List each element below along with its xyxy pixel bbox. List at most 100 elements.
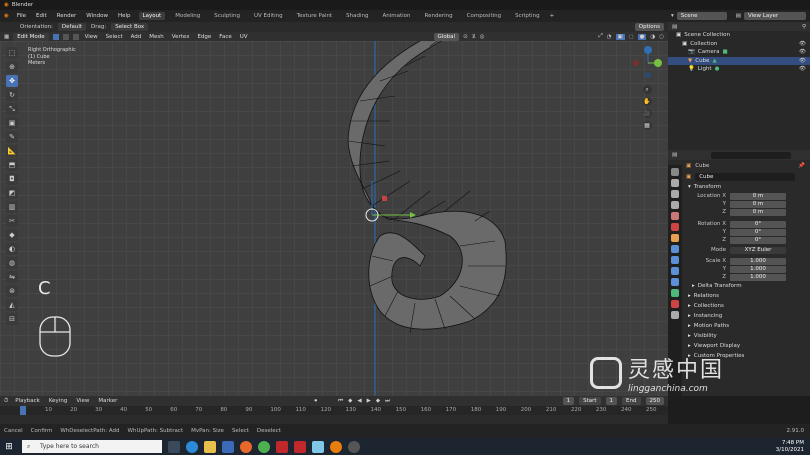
zoom-icon[interactable]: ⌕ bbox=[642, 85, 652, 94]
tool-tab-icon[interactable] bbox=[671, 168, 679, 176]
notepad-icon[interactable] bbox=[312, 440, 324, 453]
outliner-camera[interactable]: 📷 Camera ■ 👁 bbox=[668, 48, 810, 57]
menu-file[interactable]: File bbox=[15, 13, 28, 19]
eye-icon[interactable]: 👁 bbox=[799, 66, 806, 72]
drag-dropdown[interactable]: Select Box bbox=[111, 23, 149, 31]
current-frame-field[interactable]: 1 bbox=[562, 397, 575, 405]
output-tab-icon[interactable] bbox=[671, 190, 679, 198]
taskbar-clock[interactable]: 7:48 PM 3/10/2021 bbox=[776, 440, 804, 453]
particles-tab-icon[interactable] bbox=[671, 256, 679, 264]
proportional-edit-icon[interactable]: ◎ bbox=[480, 34, 485, 40]
blender-taskbar-icon[interactable] bbox=[330, 440, 342, 453]
start-frame-field[interactable]: 1 bbox=[605, 397, 618, 405]
tab-sculpting[interactable]: Sculpting bbox=[210, 12, 244, 20]
smooth-tool-icon[interactable]: ◍ bbox=[6, 257, 18, 269]
next-key-icon[interactable]: ◆ bbox=[376, 398, 380, 404]
pin-icon[interactable]: 📌 bbox=[798, 163, 805, 169]
eye-icon[interactable]: 👁 bbox=[799, 58, 806, 64]
tab-compositing[interactable]: Compositing bbox=[463, 12, 505, 20]
transform-tool-icon[interactable]: ▣ bbox=[6, 117, 18, 129]
camera-view-icon[interactable]: 🎥 bbox=[642, 109, 652, 118]
modifier-tab-icon[interactable] bbox=[671, 245, 679, 253]
viewport-display-panel[interactable]: ▸ Viewport Display bbox=[668, 341, 810, 351]
options-dropdown[interactable]: Options bbox=[634, 23, 664, 31]
end-frame-field[interactable]: 250 bbox=[645, 397, 664, 405]
select-mode-face-icon[interactable] bbox=[72, 33, 79, 40]
texture-tab-icon[interactable] bbox=[671, 311, 679, 319]
shading-solid-icon[interactable]: ● bbox=[637, 33, 647, 40]
constraints-tab-icon[interactable] bbox=[671, 278, 679, 286]
transform-orientation-dropdown[interactable]: Global bbox=[433, 32, 460, 41]
location-z-field[interactable]: 0 m bbox=[730, 208, 786, 216]
tab-animation[interactable]: Animation bbox=[378, 12, 414, 20]
gizmo-toggle-icon[interactable]: ⤢ bbox=[598, 33, 602, 40]
overlay-toggle-icon[interactable]: ◔ bbox=[607, 34, 612, 40]
object-name-field[interactable]: Cube bbox=[695, 163, 709, 169]
properties-search[interactable] bbox=[711, 151, 792, 159]
menu-edit[interactable]: Edit bbox=[34, 13, 49, 19]
vp-menu-edge[interactable]: Edge bbox=[195, 34, 213, 40]
timeline-menu-keying[interactable]: Keying bbox=[47, 398, 69, 404]
render-tab-icon[interactable] bbox=[671, 179, 679, 187]
material-tab-icon[interactable] bbox=[671, 300, 679, 308]
navigation-gizmo[interactable]: ⌕ ✋ 🎥 ▦ bbox=[628, 42, 666, 132]
tab-uv-editing[interactable]: UV Editing bbox=[250, 12, 287, 20]
object-data-field[interactable]: Cube bbox=[695, 173, 796, 181]
taskbar-search[interactable]: ⌕ Type here to search bbox=[22, 440, 162, 453]
vp-menu-uv[interactable]: UV bbox=[238, 34, 250, 40]
properties-editor-icon[interactable]: ▤ bbox=[672, 152, 677, 158]
shading-material-icon[interactable]: ◑ bbox=[650, 34, 655, 40]
timeline-menu-playback[interactable]: Playback bbox=[13, 398, 42, 404]
vp-menu-face[interactable]: Face bbox=[217, 34, 233, 40]
tab-layout[interactable]: Layout bbox=[138, 12, 166, 20]
file-explorer-icon[interactable] bbox=[204, 440, 216, 453]
tab-rendering[interactable]: Rendering bbox=[421, 12, 457, 20]
collections-panel[interactable]: ▸ Collections bbox=[668, 301, 810, 311]
select-tool-icon[interactable]: ⬚ bbox=[6, 47, 18, 59]
pdf-reader-icon[interactable] bbox=[276, 440, 288, 453]
store-icon[interactable] bbox=[222, 440, 234, 453]
vp-menu-view[interactable]: View bbox=[83, 34, 100, 40]
visibility-panel[interactable]: ▸ Visibility bbox=[668, 331, 810, 341]
blender-menu-icon[interactable]: ◉ bbox=[4, 13, 9, 19]
shrink-fatten-tool-icon[interactable]: ⊛ bbox=[6, 285, 18, 297]
instancing-panel[interactable]: ▸ Instancing bbox=[668, 311, 810, 321]
vp-menu-vertex[interactable]: Vertex bbox=[170, 34, 192, 40]
knife-tool-icon[interactable]: ✂ bbox=[6, 215, 18, 227]
scene-selector[interactable]: ▾ Scene bbox=[671, 12, 727, 20]
timeline-menu-view[interactable]: View bbox=[74, 398, 91, 404]
extrude-tool-icon[interactable]: ⬒ bbox=[6, 159, 18, 171]
view-layer-tab-icon[interactable] bbox=[671, 201, 679, 209]
scene-tab-icon[interactable] bbox=[671, 212, 679, 220]
object-tab-icon[interactable] bbox=[671, 234, 679, 242]
data-tab-icon[interactable] bbox=[671, 289, 679, 297]
menu-render[interactable]: Render bbox=[55, 13, 79, 19]
rotation-z-field[interactable]: 0° bbox=[730, 236, 786, 244]
relations-panel[interactable]: ▸ Relations bbox=[668, 291, 810, 301]
eye-icon[interactable]: 👁 bbox=[799, 41, 806, 47]
measure-tool-icon[interactable]: 📐 bbox=[6, 145, 18, 157]
windows-start-icon[interactable]: ⊞ bbox=[2, 442, 16, 452]
timeline-area[interactable]: 1102030405060708090100110120130140150160… bbox=[0, 406, 668, 424]
play-icon[interactable]: ▶ bbox=[367, 398, 371, 404]
cursor-tool-icon[interactable]: ⊕ bbox=[6, 61, 18, 73]
tab-shading[interactable]: Shading bbox=[342, 12, 372, 20]
tab-scripting[interactable]: Scripting bbox=[511, 12, 543, 20]
edge-slide-tool-icon[interactable]: ⇋ bbox=[6, 271, 18, 283]
firefox-icon[interactable] bbox=[240, 440, 252, 453]
outliner-scene-collection[interactable]: ▣ Scene Collection bbox=[668, 31, 810, 40]
obs-icon[interactable] bbox=[348, 440, 360, 453]
prev-key-icon[interactable]: ◆ bbox=[348, 398, 352, 404]
scene-field[interactable]: Scene bbox=[676, 12, 727, 20]
motion-paths-panel[interactable]: ▸ Motion Paths bbox=[668, 321, 810, 331]
rip-tool-icon[interactable]: ⊟ bbox=[6, 313, 18, 325]
pivot-icon[interactable]: ⊙ bbox=[463, 34, 468, 40]
loop-cut-tool-icon[interactable]: ▥ bbox=[6, 201, 18, 213]
delta-transform-panel[interactable]: ▸ Delta Transform bbox=[668, 281, 810, 291]
tab-modeling[interactable]: Modeling bbox=[171, 12, 204, 20]
snap-icon[interactable]: ⊻ bbox=[472, 34, 476, 40]
shading-rendered-icon[interactable]: ○ bbox=[659, 34, 664, 40]
pan-hand-icon[interactable]: ✋ bbox=[642, 97, 652, 106]
scale-z-field[interactable]: 1.000 bbox=[730, 273, 786, 281]
tab-texture-paint[interactable]: Texture Paint bbox=[293, 12, 337, 20]
